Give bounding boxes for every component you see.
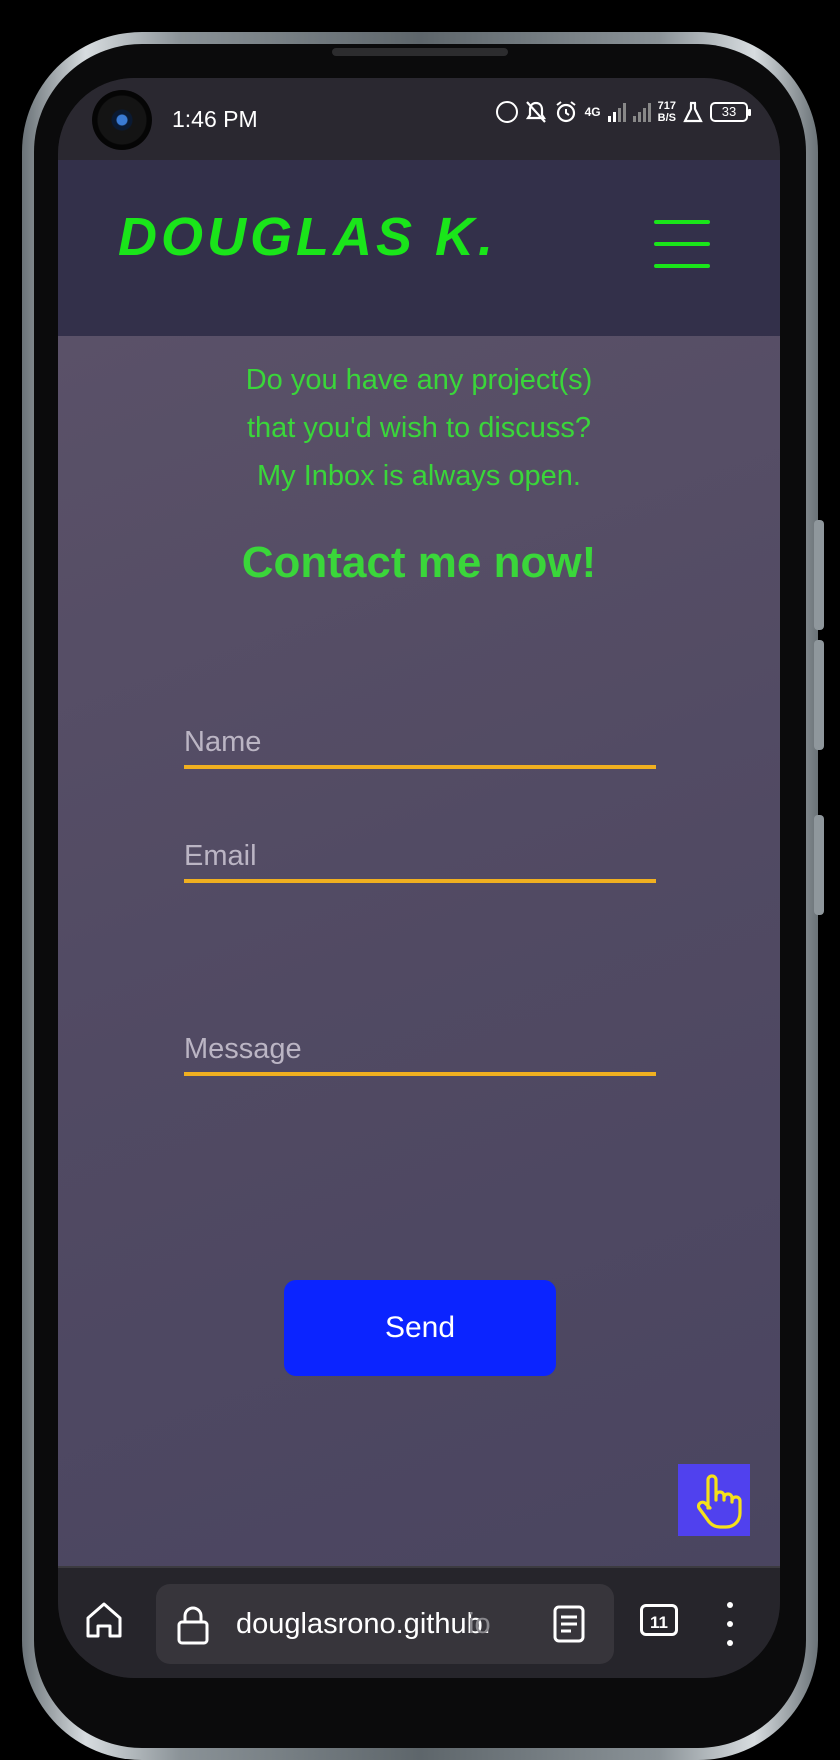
name-field-wrapper xyxy=(184,726,656,769)
battery-icon: 33 xyxy=(710,102,751,122)
status-bar: 1:46 PM 4G 717 B/S 33 xyxy=(58,78,780,160)
power-button xyxy=(814,815,824,915)
contact-heading: Contact me now! xyxy=(241,538,597,587)
data-rate-value: 717 xyxy=(657,100,676,112)
messenger-icon xyxy=(495,101,518,123)
home-icon[interactable] xyxy=(82,1598,126,1642)
url-text-faded: io xyxy=(468,1608,491,1640)
front-camera xyxy=(92,90,152,150)
tab-count: 11 xyxy=(650,1613,668,1632)
message-field-wrapper xyxy=(184,1033,656,1076)
signal-bars-2 xyxy=(632,102,651,122)
screen: 1:46 PM 4G 717 B/S 33 DOUGLAS K. Do you … xyxy=(58,78,780,1678)
flask-icon xyxy=(683,101,703,123)
pointing-hand-icon xyxy=(696,1474,742,1529)
status-icons: 4G 717 B/S 33 xyxy=(495,100,751,124)
lock-icon[interactable] xyxy=(174,1604,212,1646)
intro-line-1: Do you have any project(s) xyxy=(245,364,593,396)
reader-mode-icon[interactable] xyxy=(552,1604,586,1644)
email-field-wrapper xyxy=(184,840,656,883)
message-input[interactable] xyxy=(184,1033,656,1072)
send-button[interactable]: Send xyxy=(284,1280,556,1376)
bell-off-icon xyxy=(525,101,546,123)
address-bar[interactable]: douglasrono.github. io xyxy=(156,1584,614,1664)
volume-down-button xyxy=(814,640,824,750)
data-rate-unit: B/S xyxy=(657,112,676,124)
intro-line-2: that you'd wish to discuss? xyxy=(246,412,592,444)
site-logo[interactable]: DOUGLAS K. xyxy=(118,206,497,268)
site-header: DOUGLAS K. xyxy=(58,160,780,336)
url-text[interactable]: douglasrono.github. xyxy=(236,1608,491,1641)
intro-line-3: My Inbox is always open. xyxy=(257,460,581,492)
volume-up-button xyxy=(814,520,824,630)
contact-section: Do you have any project(s) that you'd wi… xyxy=(58,336,780,1566)
name-input[interactable] xyxy=(184,726,656,765)
hamburger-menu-icon[interactable] xyxy=(654,218,710,268)
email-input[interactable] xyxy=(184,840,656,879)
battery-level: 33 xyxy=(721,104,737,119)
status-time: 1:46 PM xyxy=(172,106,258,132)
browser-toolbar: douglasrono.github. io 11 xyxy=(58,1566,780,1678)
network-type: 4G xyxy=(584,105,601,119)
alarm-icon xyxy=(556,101,576,123)
intro-text: Do you have any project(s) that you'd wi… xyxy=(58,356,780,500)
tab-switcher-icon[interactable]: 11 xyxy=(640,1604,678,1636)
more-options-icon[interactable] xyxy=(724,1602,736,1646)
signal-bars-1 xyxy=(607,102,626,122)
data-rate: 717 B/S xyxy=(658,100,676,124)
pointing-hand-button[interactable] xyxy=(678,1464,750,1536)
earpiece-speaker xyxy=(332,48,508,56)
